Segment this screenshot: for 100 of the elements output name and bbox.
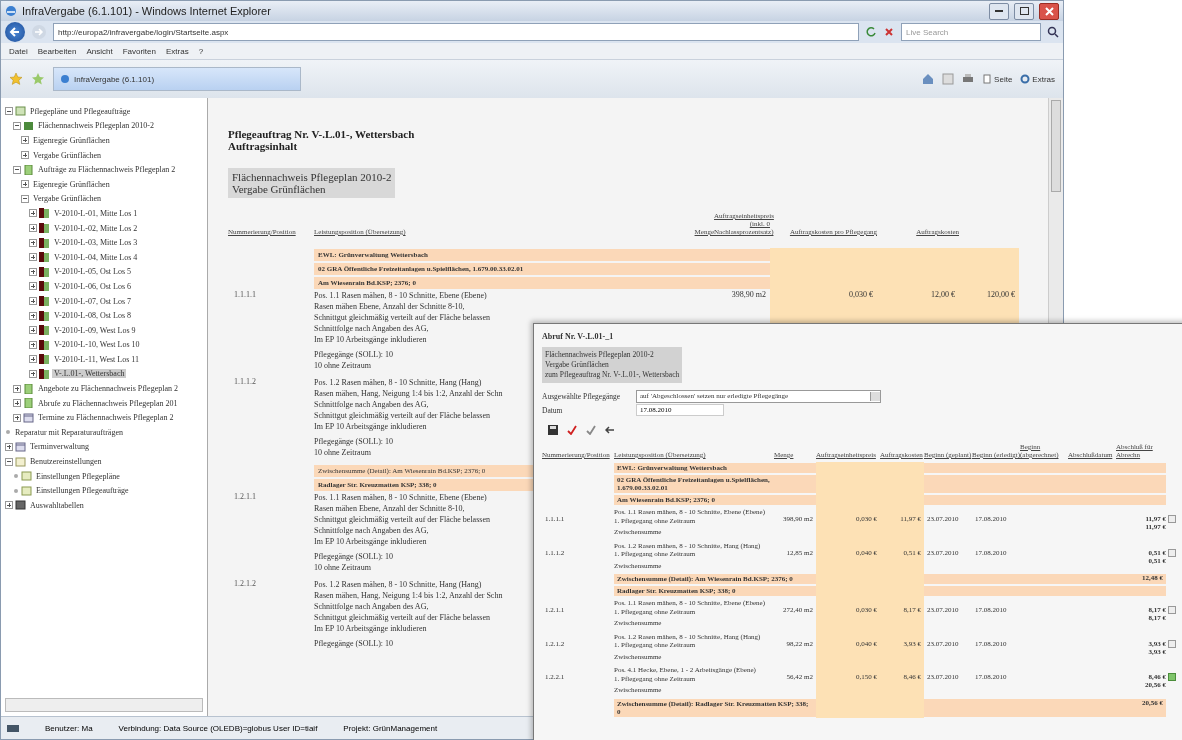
collapse-icon[interactable] bbox=[21, 194, 29, 203]
tree-item[interactable]: Auswahltabellen bbox=[28, 500, 86, 510]
tree-item[interactable]: V-2010-L-02, Mitte Los 2 bbox=[52, 223, 140, 233]
checkbox[interactable] bbox=[1168, 515, 1176, 523]
save-icon[interactable] bbox=[548, 425, 558, 435]
tree-item[interactable]: V-2010-L-01, Mitte Los 1 bbox=[52, 208, 140, 218]
scrollbar[interactable] bbox=[5, 698, 203, 712]
tree-item[interactable]: Angebote zu Flächennachweis Pflegeplan 2 bbox=[36, 384, 180, 394]
toolbar-button[interactable]: Extras bbox=[1020, 74, 1055, 84]
minimize-icon bbox=[995, 10, 1003, 12]
scrollbar-thumb[interactable] bbox=[1051, 100, 1061, 192]
tree-item[interactable]: Einstellungen Pflegeaufträge bbox=[34, 486, 131, 496]
tree-item[interactable]: V-2010-L-03, Mitte Los 3 bbox=[52, 238, 140, 248]
quantity-cell-text: 398,90 m2 bbox=[730, 290, 767, 301]
expand-icon[interactable] bbox=[29, 311, 37, 320]
status-text: Benutzer: Ma bbox=[45, 723, 93, 733]
tree-item[interactable]: Eigenregie Grünflächen bbox=[31, 179, 112, 189]
expand-icon[interactable] bbox=[13, 413, 21, 422]
popup-title: Abruf Nr. V-.L.01-_1 bbox=[542, 332, 615, 341]
back-arrow-icon bbox=[9, 26, 21, 38]
tree-item[interactable]: V-2010-L-10, West Los 10 bbox=[52, 340, 142, 350]
tree-item[interactable]: Einstellungen Pflegepläne bbox=[34, 471, 122, 481]
tree-item[interactable]: Terminverwaltung bbox=[28, 442, 91, 452]
tree-item[interactable]: Abrufe zu Flächennachweis Pflegeplan 201 bbox=[36, 398, 180, 408]
tree-item[interactable]: Benutzereinstellungen bbox=[28, 457, 104, 467]
expand-icon[interactable] bbox=[29, 282, 37, 291]
expand-icon[interactable] bbox=[29, 340, 37, 349]
expand-icon[interactable] bbox=[29, 297, 37, 305]
menu-item[interactable]: ? bbox=[198, 46, 204, 56]
bullet-icon bbox=[14, 474, 18, 479]
expand-icon[interactable] bbox=[21, 151, 29, 160]
close-icon[interactable] bbox=[883, 26, 895, 38]
tree-item[interactable]: Vergabe Grünflächen bbox=[31, 194, 104, 204]
checkbox[interactable] bbox=[1168, 673, 1176, 681]
tree-item[interactable]: V-2010-L-11, West Los 11 bbox=[52, 354, 141, 364]
item-description: Pos. 1.2 Rasen mähen, 8 - 10 Schnitte, Hang (Hang) Rasen mähen, Hang, Neigung 1:4 bis 1:2, Anzahl der Schn Schnittfolge nach Angaben des AG, Schnittgut gleichmäßig verteilt auf der Fläche belassen Im EP 10 Arbeitsgänge inkludieren bbox=[314, 377, 504, 432]
menu-item[interactable]: Extras bbox=[166, 46, 189, 56]
expand-icon[interactable] bbox=[29, 370, 37, 378]
collapse-icon[interactable] bbox=[5, 457, 13, 466]
menu-item[interactable]: Ansicht bbox=[86, 46, 113, 56]
checkbox[interactable] bbox=[1168, 606, 1176, 614]
tree-item[interactable]: V-2010-L-07, Ost Los 7 bbox=[52, 296, 134, 306]
expand-icon[interactable] bbox=[13, 384, 21, 393]
tree-item[interactable]: V-2010-L-05, Ost Los 5 bbox=[52, 267, 134, 277]
menu-item[interactable]: Bearbeiten bbox=[37, 46, 77, 56]
expand-icon[interactable] bbox=[29, 209, 37, 218]
expand-icon[interactable] bbox=[29, 326, 37, 335]
document-icon bbox=[23, 164, 34, 175]
tree-item[interactable]: V-.L.01-, Wettersbach bbox=[52, 369, 127, 379]
expand-icon[interactable] bbox=[21, 180, 29, 189]
item-note: Pflegegänge (SOLL): 10 10 ohne Zeitraum bbox=[314, 349, 395, 371]
browser-tab[interactable]: InfraVergabe (6.1.101) bbox=[53, 67, 301, 91]
tree-item[interactable]: V-2010-L-04, Mitte Los 4 bbox=[52, 252, 140, 262]
minimize-button[interactable] bbox=[989, 2, 1009, 20]
expand-icon[interactable] bbox=[5, 501, 13, 510]
expand-icon[interactable] bbox=[29, 355, 37, 364]
tree-item[interactable]: Reparatur mit Reparaturaufträgen bbox=[13, 427, 125, 437]
toolbar-button[interactable]: Seite bbox=[982, 74, 1013, 84]
tree-item[interactable]: V-2010-L-08, Ost Los 8 bbox=[52, 311, 134, 321]
expand-icon[interactable] bbox=[29, 253, 37, 262]
tree-item[interactable]: Aufträge zu Flächennachweis Pflegeplan 2 bbox=[36, 165, 178, 175]
close-button[interactable] bbox=[1039, 2, 1059, 20]
back-arrow-icon[interactable] bbox=[605, 425, 615, 435]
tree-item[interactable]: Eigenregie Grünflächen bbox=[31, 136, 112, 145]
tree-item[interactable]: V-2010-L-09, West Los 9 bbox=[52, 325, 138, 335]
document-icon bbox=[39, 281, 50, 292]
expand-icon[interactable] bbox=[29, 267, 37, 276]
document-icon bbox=[39, 266, 50, 277]
menu-item[interactable]: Datei bbox=[9, 46, 28, 56]
tree-item[interactable]: Termine zu Flächennachweis Pflegeplan 2 bbox=[36, 413, 176, 423]
document-icon bbox=[39, 369, 50, 379]
address-field[interactable]: http://europa2/infravergabe/login/Startseite.aspx bbox=[53, 23, 859, 41]
collapse-icon[interactable] bbox=[13, 121, 21, 130]
expand-icon[interactable] bbox=[13, 399, 21, 408]
checkbox[interactable] bbox=[1168, 639, 1176, 648]
search-field[interactable]: Live Search bbox=[901, 23, 1041, 41]
expand-icon[interactable] bbox=[29, 238, 37, 247]
star-icon[interactable] bbox=[9, 72, 23, 86]
search-icon[interactable] bbox=[1047, 26, 1059, 38]
collapse-icon[interactable] bbox=[5, 107, 13, 116]
back-button[interactable] bbox=[5, 22, 25, 42]
window-title: InfraVergabe (6.1.101) - Windows Internet Explorer bbox=[22, 5, 272, 17]
tree-item[interactable]: V-2010-L-06, Ost Los 6 bbox=[52, 281, 134, 291]
home-icon[interactable] bbox=[922, 73, 935, 85]
menu-item[interactable]: Favoriten bbox=[122, 46, 156, 56]
tree-item[interactable]: Pflegepläne und Pflegeaufträge bbox=[28, 106, 133, 116]
printer-icon[interactable] bbox=[962, 73, 975, 85]
checkbox[interactable] bbox=[1168, 548, 1176, 557]
refresh-icon[interactable] bbox=[865, 26, 877, 38]
table-icon bbox=[15, 500, 26, 511]
calendar-icon bbox=[15, 441, 26, 452]
folder-icon bbox=[15, 106, 26, 117]
maximize-button[interactable] bbox=[1014, 2, 1034, 20]
tree-item[interactable]: Vergabe Grünflächen bbox=[31, 150, 104, 160]
price-cell-text: 0,030 € bbox=[848, 290, 874, 301]
tree-item[interactable]: Flächennachweis Pflegeplan 2010-2 bbox=[36, 121, 156, 131]
expand-icon[interactable] bbox=[29, 224, 37, 233]
expand-icon[interactable] bbox=[5, 442, 13, 451]
collapse-icon[interactable] bbox=[13, 165, 21, 174]
expand-icon[interactable] bbox=[21, 136, 29, 145]
